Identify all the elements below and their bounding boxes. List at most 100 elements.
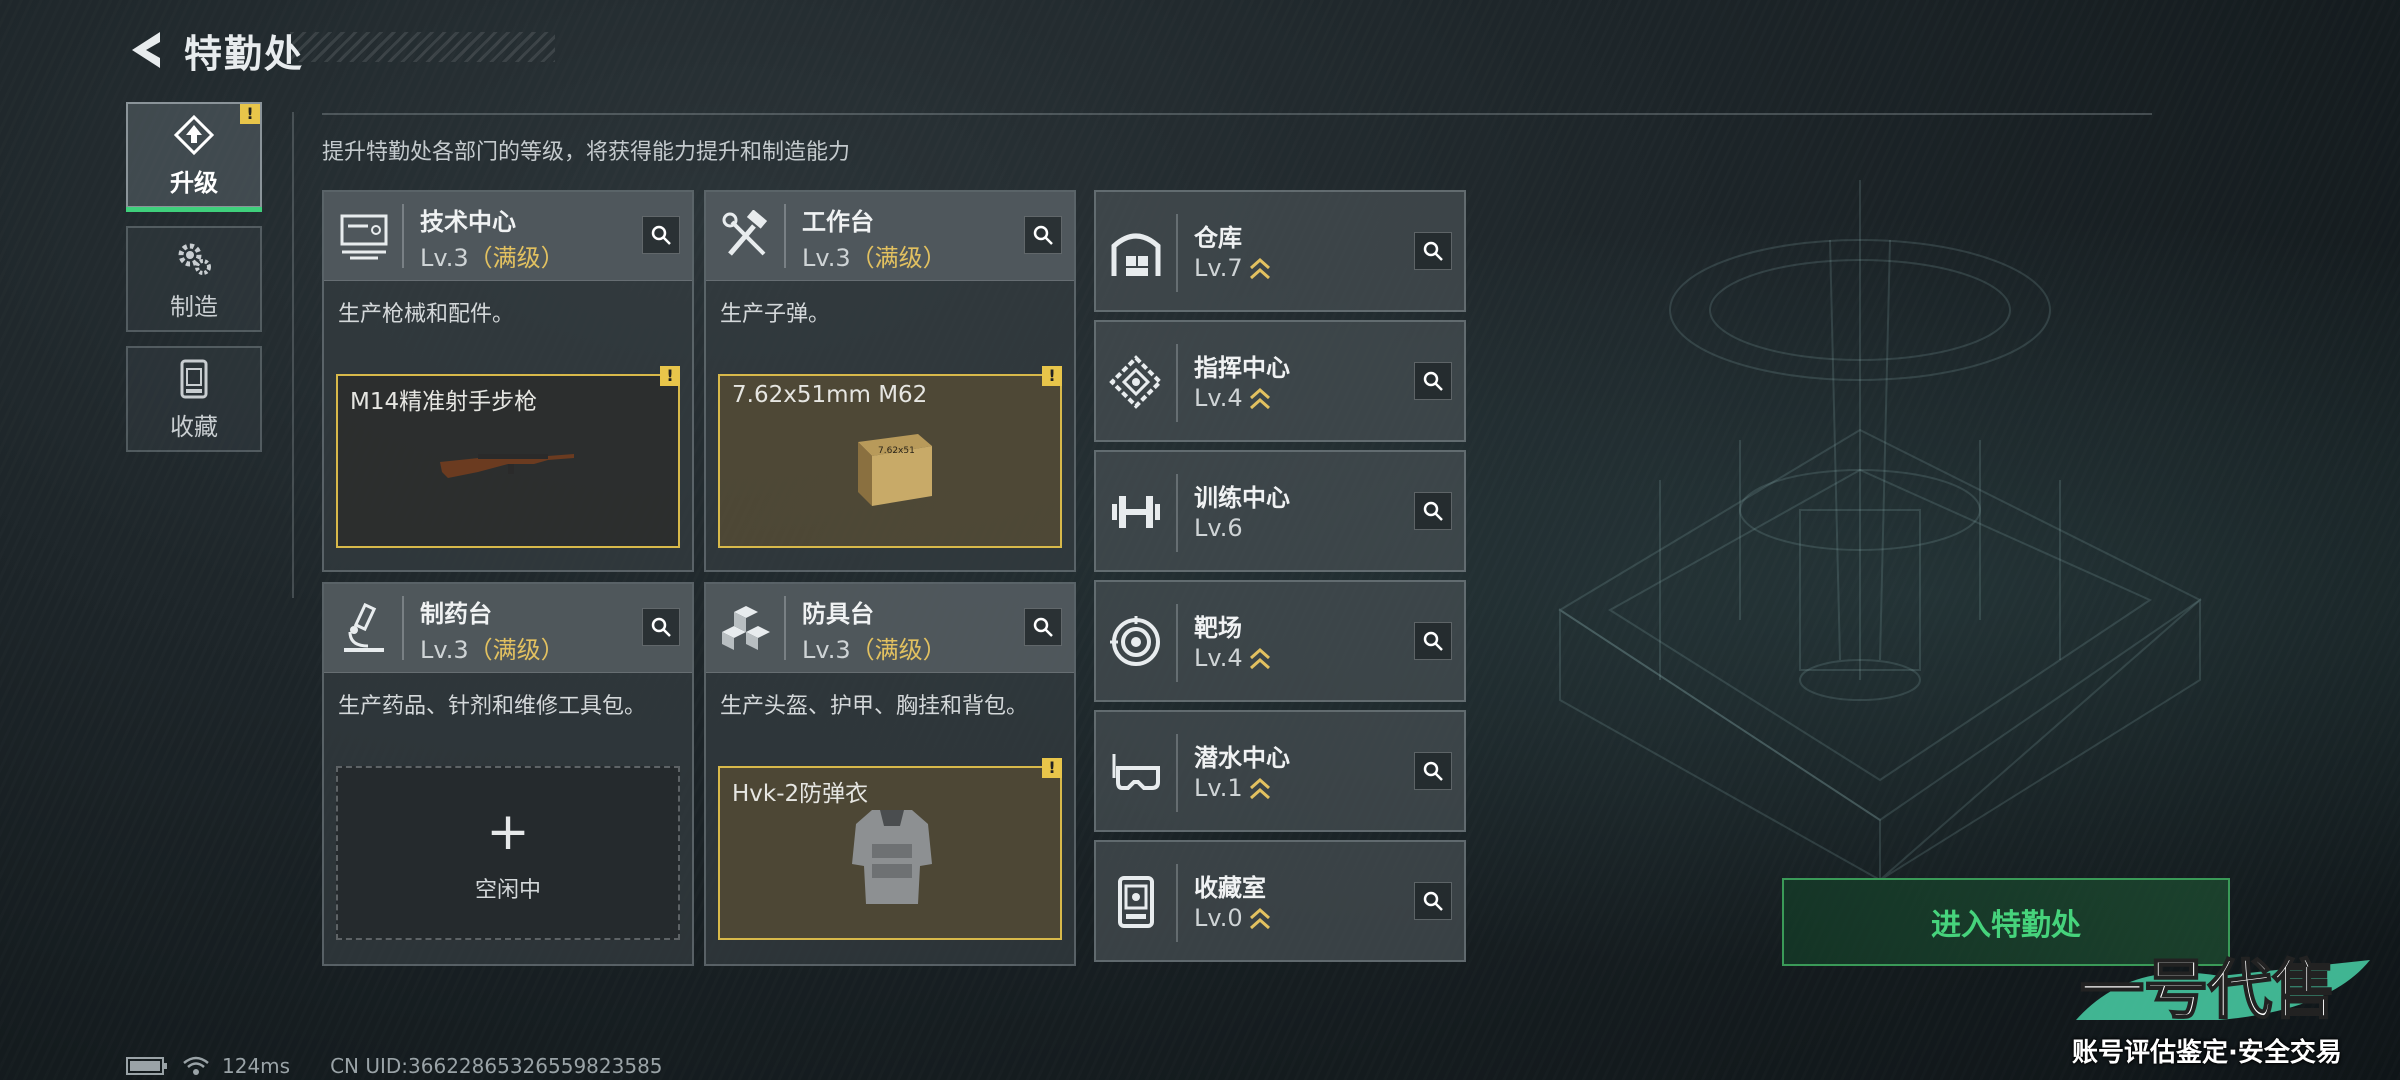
facility-row-diving-center[interactable]: 潜水中心 Lv.1 [1094, 710, 1466, 832]
search-icon [651, 225, 671, 245]
facility-row-collection-room[interactable]: 收藏室 Lv.0 [1094, 840, 1466, 962]
facility-row-training-center[interactable]: 训练中心 Lv.6 [1094, 450, 1466, 572]
facility-level: Lv.0 [1194, 904, 1271, 932]
search-icon [1423, 761, 1443, 781]
facility-name: 训练中心 [1194, 484, 1290, 512]
department-level: Lv.3（满级） [420, 636, 565, 664]
sidebar-tab-upgrade[interactable]: 升级 ! [126, 102, 262, 212]
page-subtitle: 提升特勤处各部门的等级，将获得能力提升和制造能力 [322, 140, 851, 165]
search-icon [1033, 225, 1053, 245]
department-name: 制药台 [420, 600, 492, 628]
divider [292, 112, 294, 598]
facility-level: Lv.4 [1194, 384, 1271, 412]
upgrade-available-icon [1249, 387, 1270, 410]
alert-badge: ! [240, 104, 260, 124]
collection-room-icon [1118, 876, 1154, 928]
item-name: 7.62x51mm M62 [732, 382, 928, 408]
sidebar-tab-label: 升级 [170, 168, 218, 197]
armor-blocks-icon [722, 606, 770, 650]
upgrade-available-icon [1249, 257, 1270, 280]
divider [402, 204, 404, 268]
facility-level: Lv.4 [1194, 644, 1271, 672]
production-slot[interactable]: Hvk-2防弹衣 ! [718, 758, 1062, 940]
department-card-pharmacy[interactable]: 制药台 Lv.3（满级） 生产药品、针剂和维修工具包。 + 空闲中 [322, 582, 694, 966]
alert-badge: ! [1042, 366, 1062, 386]
warehouse-icon [1111, 233, 1161, 276]
divider [322, 113, 2152, 115]
facility-level: Lv.1 [1194, 774, 1271, 802]
card-header: 技术中心 Lv.3（满级） [324, 192, 692, 281]
command-center-icon [1109, 355, 1163, 409]
search-button[interactable] [1024, 216, 1062, 254]
battery-icon [126, 1057, 167, 1075]
base-wireframe-illustration [1558, 180, 2202, 880]
divider [1176, 474, 1178, 552]
department-description: 生产子弹。 [720, 302, 831, 327]
card-header: 制药台 Lv.3（满级） [324, 584, 692, 673]
upgrade-available-icon [1249, 777, 1270, 800]
search-icon [1033, 617, 1053, 637]
item-name: M14精准射手步枪 [350, 389, 538, 415]
facility-row-command-center[interactable]: 指挥中心 Lv.4 [1094, 320, 1466, 442]
department-level: Lv.3（满级） [802, 636, 947, 664]
alert-badge: ! [660, 366, 680, 386]
upgrade-available-icon [1249, 907, 1270, 930]
department-description: 生产药品、针剂和维修工具包。 [338, 694, 647, 719]
facility-name: 靶场 [1194, 614, 1242, 642]
facility-name: 指挥中心 [1194, 354, 1290, 382]
empty-production-slot[interactable]: + 空闲中 [336, 766, 680, 940]
back-arrow-icon[interactable] [126, 28, 170, 72]
department-description: 生产枪械和配件。 [338, 302, 515, 327]
department-level: Lv.3（满级） [802, 244, 947, 272]
card-header: 工作台 Lv.3（满级） [706, 192, 1074, 281]
search-button[interactable] [1414, 362, 1452, 400]
page-header: 特勤处 [126, 20, 304, 80]
divider [1176, 214, 1178, 292]
divider [1176, 864, 1178, 942]
sidebar-tab-label: 制造 [170, 292, 218, 321]
facility-name: 收藏室 [1194, 874, 1266, 902]
department-level: Lv.3（满级） [420, 244, 565, 272]
search-icon [1423, 371, 1443, 391]
search-button[interactable] [1414, 492, 1452, 530]
search-button[interactable] [1414, 622, 1452, 660]
department-card-workbench[interactable]: 工作台 Lv.3（满级） 生产子弹。 7.62x51mm M62 ! 7.62x… [704, 190, 1076, 572]
search-button[interactable] [1414, 882, 1452, 920]
production-slot[interactable]: M14精准射手步枪 ! [336, 366, 680, 548]
dumbbell-icon [1112, 496, 1160, 528]
department-card-tech-center[interactable]: 技术中心 Lv.3（满级） 生产枪械和配件。 M14精准射手步枪 ! [322, 190, 694, 572]
svg-text:7.62x51: 7.62x51 [878, 446, 915, 456]
department-name: 防具台 [802, 600, 874, 628]
ping-value: 124ms [222, 1054, 291, 1078]
sidebar-tab-collection[interactable]: 收藏 [126, 346, 262, 452]
facility-level: Lv.7 [1194, 254, 1271, 282]
target-icon [1110, 616, 1160, 666]
search-button[interactable] [642, 608, 680, 646]
divider [784, 596, 786, 660]
facility-row-shooting-range[interactable]: 靶场 Lv.4 [1094, 580, 1466, 702]
ammo-box-image: 7.62x51 [858, 434, 932, 506]
collection-icon [180, 359, 208, 398]
search-icon [1423, 891, 1443, 911]
divider [1176, 344, 1178, 422]
department-card-armor[interactable]: 防具台 Lv.3（满级） 生产头盔、护甲、胸挂和背包。 Hvk-2防弹衣 ! [704, 582, 1076, 966]
department-name: 技术中心 [420, 208, 516, 236]
gears-icon [178, 243, 211, 275]
sidebar-tab-label: 收藏 [170, 412, 218, 441]
divider [784, 204, 786, 268]
microscope-icon [344, 602, 384, 652]
search-icon [1423, 631, 1443, 651]
department-description: 生产头盔、护甲、胸挂和背包。 [720, 694, 1029, 719]
svg-text:一号代售: 一号代售 [2080, 954, 2336, 1028]
tools-icon [722, 210, 768, 256]
item-name: Hvk-2防弹衣 [732, 781, 869, 807]
production-slot[interactable]: 7.62x51mm M62 ! 7.62x51 [718, 366, 1062, 548]
search-button[interactable] [1414, 752, 1452, 790]
facility-level: Lv.6 [1194, 514, 1243, 542]
search-button[interactable] [642, 216, 680, 254]
divider [402, 596, 404, 660]
search-button[interactable] [1414, 232, 1452, 270]
sidebar-tab-craft[interactable]: 制造 [126, 226, 262, 332]
facility-row-warehouse[interactable]: 仓库 Lv.7 [1094, 190, 1466, 312]
search-button[interactable] [1024, 608, 1062, 646]
